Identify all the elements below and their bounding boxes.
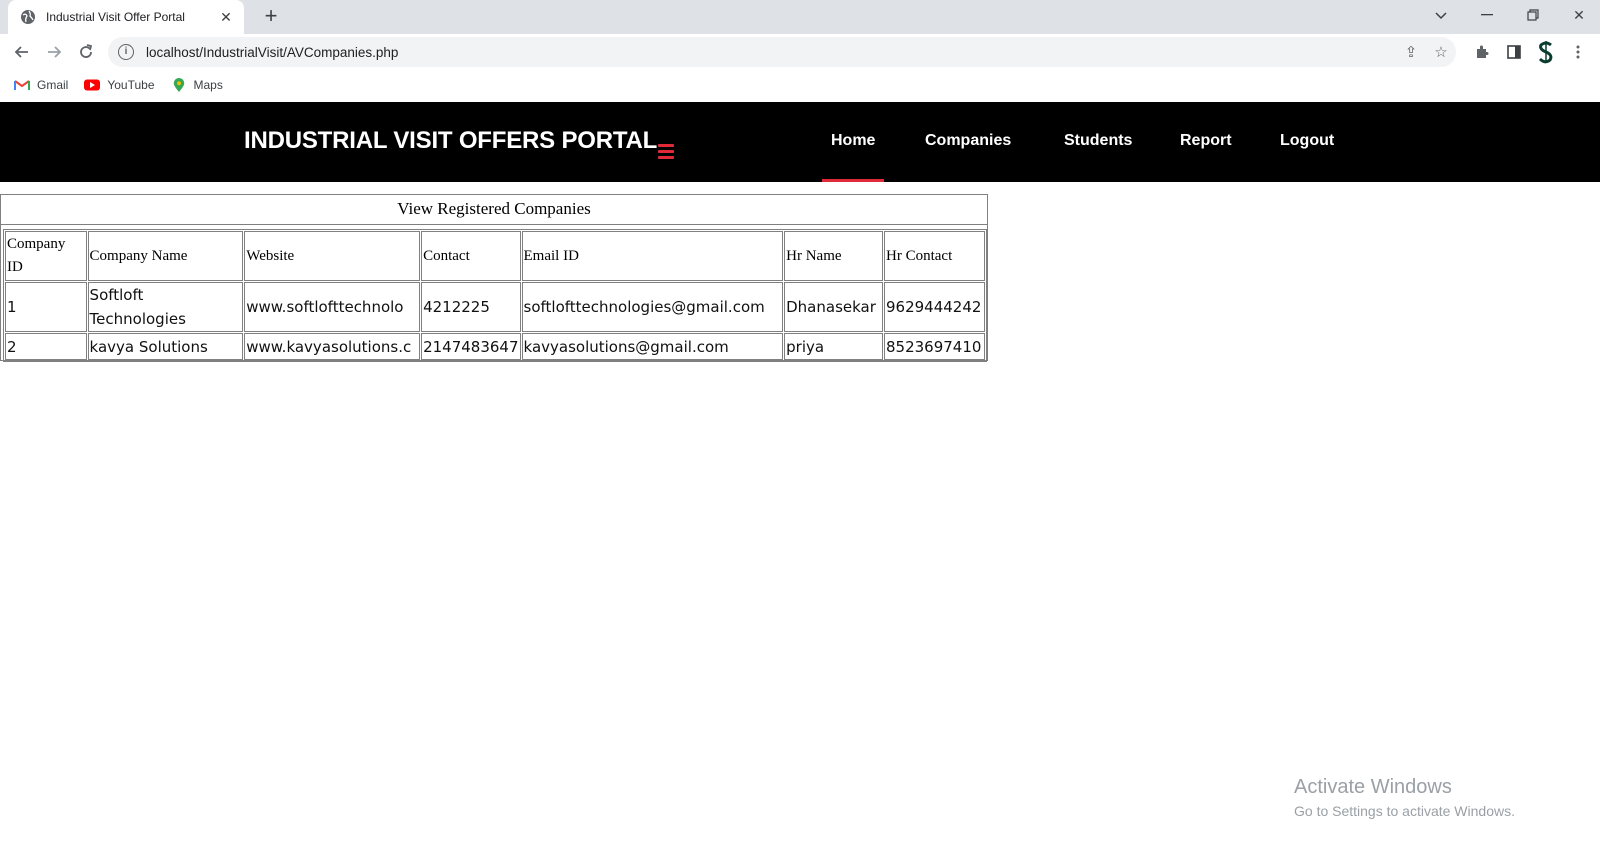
close-tab-icon[interactable]: ✕	[218, 9, 234, 26]
cell-email: kavyasolutions@gmail.com	[521, 333, 784, 360]
table-row: 2 kavya Solutions www.kavyasolutions.c 2…	[5, 333, 985, 360]
header-website: Website	[244, 231, 421, 281]
cell-contact: 4212225	[421, 282, 521, 332]
active-nav-indicator	[822, 179, 884, 182]
tab-search-chevron-down-icon[interactable]	[1418, 0, 1464, 30]
browser-toolbar: i localhost/IndustrialVisit/AVCompanies.…	[0, 34, 1600, 70]
new-tab-button[interactable]: +	[258, 4, 284, 30]
site-header: INDUSTRIAL VISIT OFFERS PORTAL	[0, 102, 1600, 182]
close-window-button[interactable]: ✕	[1556, 0, 1600, 30]
youtube-icon	[84, 79, 101, 91]
bookmark-youtube[interactable]: YouTube	[84, 78, 155, 92]
share-icon[interactable]: ⇪	[1396, 43, 1426, 61]
site-brand[interactable]: INDUSTRIAL VISIT OFFERS PORTAL	[244, 127, 657, 155]
header-hr-contact: Hr Contact	[884, 231, 985, 281]
bookmark-maps[interactable]: Maps	[171, 78, 223, 92]
header-company-id: Company ID	[5, 231, 87, 281]
cell-hr-name: priya	[784, 333, 883, 360]
cell-website: www.kavyasolutions.c	[244, 333, 421, 360]
minimize-button[interactable]	[1464, 0, 1510, 30]
table-row: 1 Softloft Technologies www.softlofttech…	[5, 282, 985, 332]
watermark-subtitle: Go to Settings to activate Windows.	[1294, 803, 1515, 819]
cell-contact: 2147483647	[421, 333, 521, 360]
companies-panel: View Registered Companies Company ID Com…	[0, 194, 988, 362]
bookmark-maps-label: Maps	[193, 78, 223, 92]
side-panel-icon[interactable]	[1502, 40, 1526, 64]
windows-activation-watermark: Activate Windows Go to Settings to activ…	[1294, 776, 1515, 819]
bookmark-star-icon[interactable]: ☆	[1426, 43, 1456, 61]
reload-icon[interactable]	[72, 38, 100, 66]
nav-logout[interactable]: Logout	[1280, 132, 1334, 150]
browser-tab[interactable]: Industrial Visit Offer Portal ✕	[8, 0, 244, 34]
nav-students[interactable]: Students	[1064, 132, 1132, 150]
header-contact: Contact	[421, 231, 521, 281]
header-email: Email ID	[521, 231, 784, 281]
globe-icon	[21, 10, 35, 24]
site-info-icon[interactable]: i	[118, 44, 134, 60]
nav-companies[interactable]: Companies	[925, 132, 1011, 150]
cell-hr-contact: 9629444242	[884, 282, 985, 332]
url-text[interactable]: localhost/IndustrialVisit/AVCompanies.ph…	[146, 45, 1396, 60]
menu-kebab-icon[interactable]	[1566, 40, 1590, 64]
tab-title: Industrial Visit Offer Portal	[46, 10, 185, 24]
nav-report[interactable]: Report	[1180, 132, 1232, 150]
cell-company-id: 2	[5, 333, 87, 360]
extensions-puzzle-icon[interactable]	[1470, 40, 1494, 64]
watermark-title: Activate Windows	[1294, 776, 1452, 798]
bookmarks-bar: Gmail YouTube Maps	[0, 70, 1600, 100]
table-caption: View Registered Companies	[1, 195, 987, 225]
cell-company-name: Softloft Technologies	[87, 282, 244, 332]
bookmark-youtube-label: YouTube	[107, 78, 155, 92]
address-bar[interactable]: i localhost/IndustrialVisit/AVCompanies.…	[108, 37, 1456, 67]
profile-s-icon[interactable]	[1534, 40, 1558, 64]
gmail-icon	[14, 80, 30, 90]
restore-button[interactable]	[1510, 0, 1556, 30]
cell-hr-name: Dhanasekar	[784, 282, 883, 332]
cell-company-name: kavya Solutions	[87, 333, 244, 360]
back-arrow-icon[interactable]	[8, 38, 36, 66]
maps-pin-icon	[173, 78, 184, 92]
browser-tabstrip: Industrial Visit Offer Portal ✕ + ✕	[0, 0, 1600, 34]
bookmark-gmail-label: Gmail	[37, 78, 69, 92]
header-company-name: Company Name	[87, 231, 244, 281]
nav-home[interactable]: Home	[831, 132, 875, 150]
hamburger-menu-icon[interactable]	[658, 144, 674, 162]
table-header-row: Company ID Company Name Website Contact …	[5, 231, 985, 281]
header-hr-name: Hr Name	[784, 231, 883, 281]
forward-arrow-icon[interactable]	[40, 38, 68, 66]
cell-email: softlofttechnologies@gmail.com	[521, 282, 784, 332]
bookmark-gmail[interactable]: Gmail	[14, 78, 68, 92]
cell-company-id: 1	[5, 282, 87, 332]
cell-hr-contact: 8523697410	[884, 333, 985, 360]
cell-website: www.softlofttechnolo	[244, 282, 421, 332]
companies-table: Company ID Company Name Website Contact …	[3, 229, 987, 362]
